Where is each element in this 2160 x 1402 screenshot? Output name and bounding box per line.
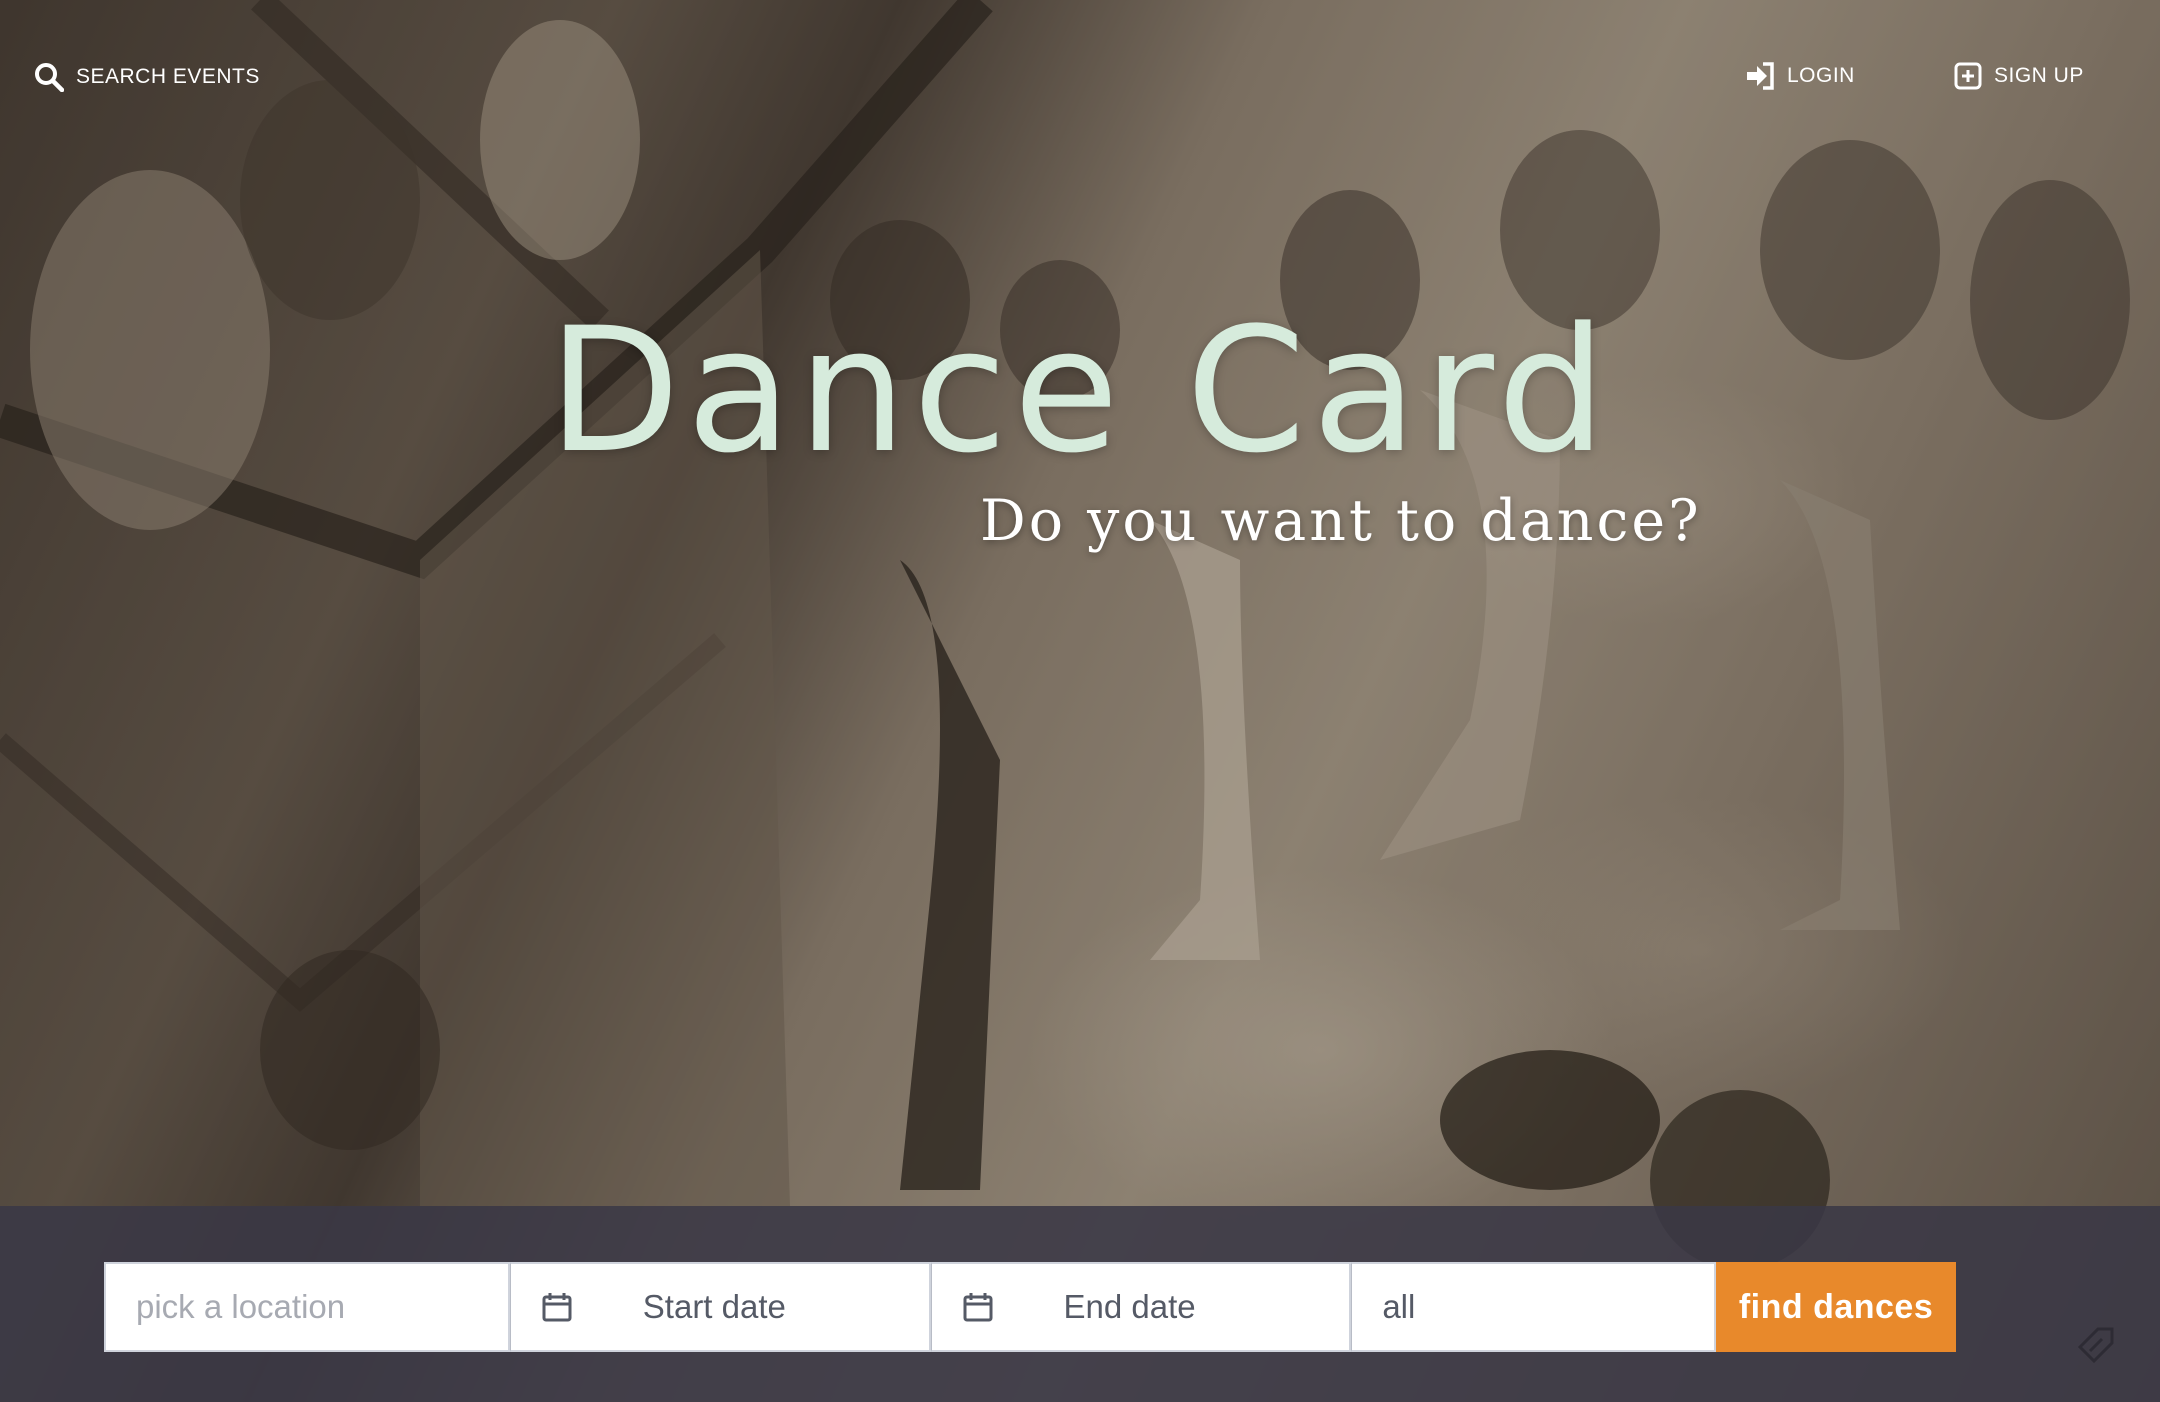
find-dances-button[interactable]: find dances — [1716, 1262, 1956, 1352]
tag-icon — [2076, 1325, 2116, 1370]
dance-search-form: pick a location Start date End date all … — [104, 1262, 1956, 1352]
search-events-label: SEARCH EVENTS — [76, 65, 260, 88]
location-placeholder: pick a location — [136, 1288, 346, 1325]
sign-up-link[interactable]: SIGN UP — [1954, 62, 2084, 90]
search-events-link[interactable]: SEARCH EVENTS — [34, 62, 260, 92]
search-icon — [35, 63, 64, 92]
calendar-icon — [542, 1293, 572, 1322]
site-title: Dance Card — [547, 290, 1613, 491]
location-input[interactable]: pick a location — [104, 1262, 510, 1352]
plus-square-icon — [1954, 62, 1982, 90]
dance-type-select[interactable]: all — [1351, 1262, 1717, 1352]
login-label: LOGIN — [1787, 64, 1855, 87]
login-link[interactable]: LOGIN — [1745, 62, 1855, 90]
start-date-label: Start date — [642, 1288, 786, 1325]
login-arrow-icon — [1747, 62, 1774, 90]
sign-up-label: SIGN UP — [1994, 64, 2084, 87]
end-date-label: End date — [1063, 1288, 1196, 1325]
end-date-picker[interactable]: End date — [930, 1262, 1352, 1352]
site-tagline: Do you want to dance? — [980, 488, 1702, 554]
dance-type-value: all — [1382, 1288, 1416, 1325]
top-navigation: SEARCH EVENTS LOGIN SIGN UP — [0, 0, 2160, 160]
calendar-icon — [963, 1293, 993, 1322]
start-date-picker[interactable]: Start date — [509, 1262, 931, 1352]
photo-tint-overlay — [0, 0, 2160, 1402]
